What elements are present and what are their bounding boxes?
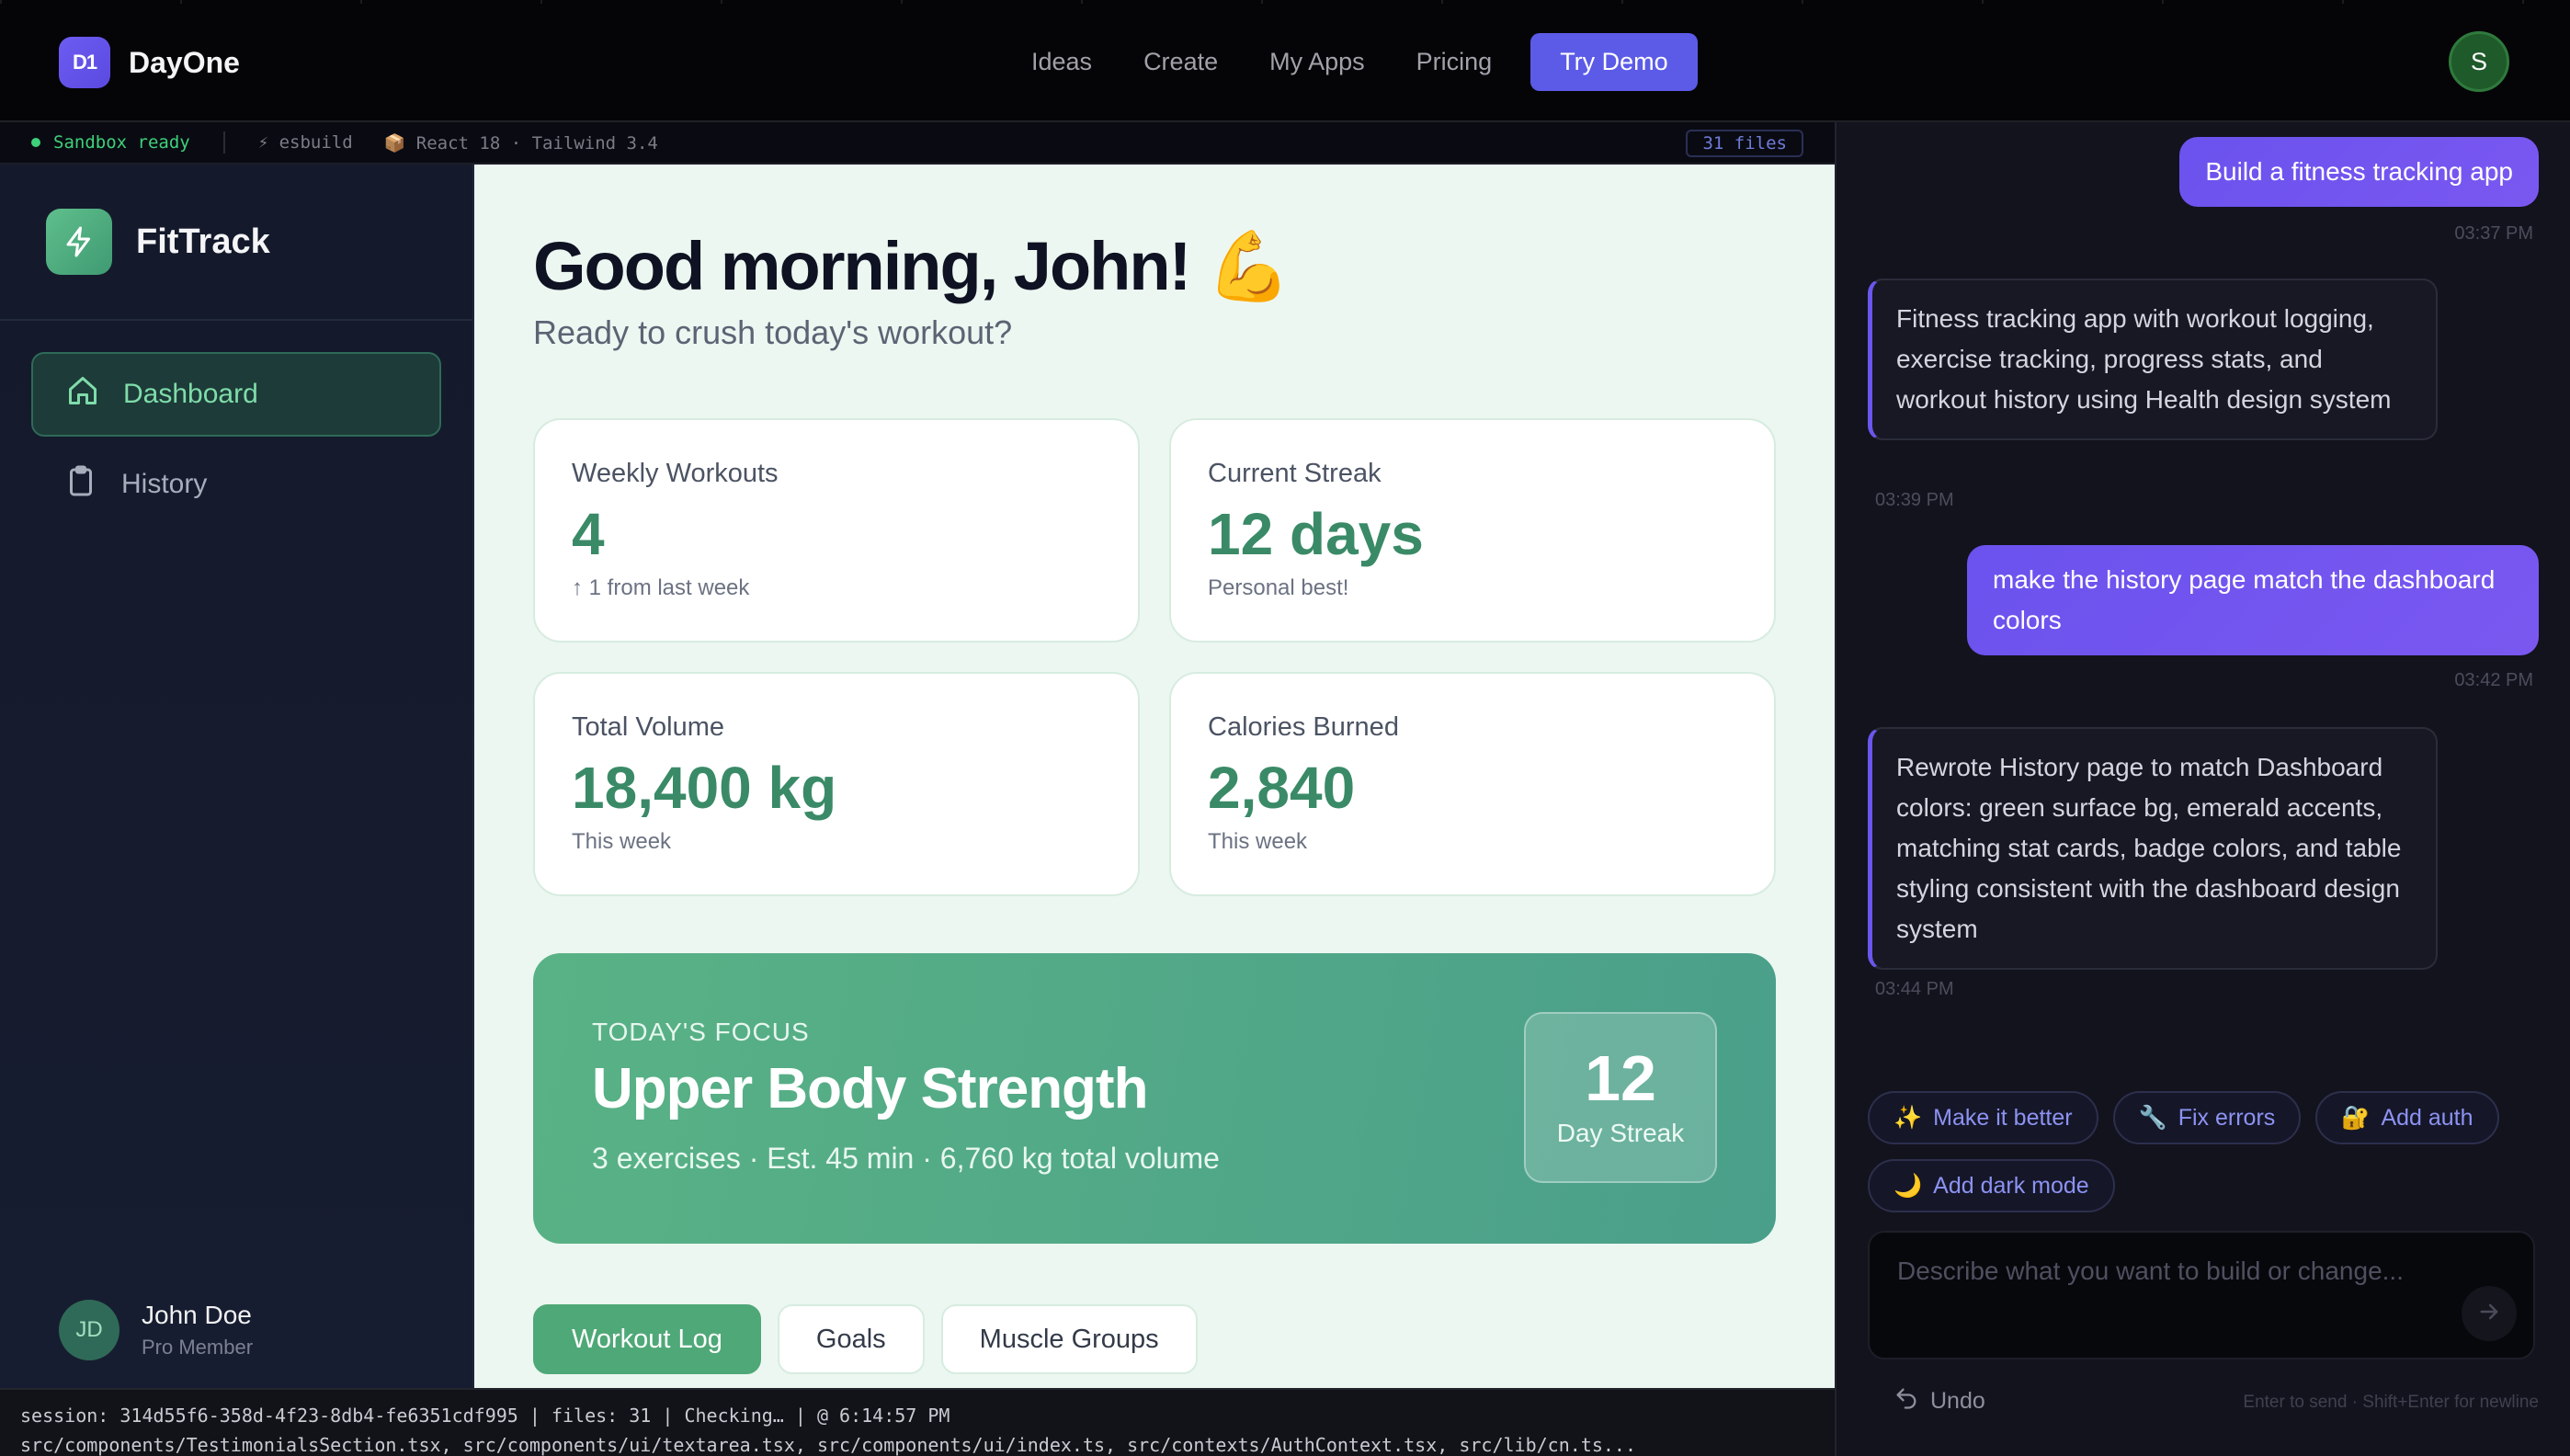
stat-card-calories-burned: Calories Burned 2,840 This week — [1169, 672, 1776, 896]
stat-value: 2,840 — [1208, 755, 1356, 821]
nav-links: Ideas Create My Apps Pricing Try Demo — [1006, 33, 1698, 91]
tab-goals[interactable]: Goals — [777, 1304, 925, 1374]
app-nav: Dashboard History — [0, 321, 472, 563]
clipboard-icon — [64, 464, 97, 505]
chat-panel: Build a fitness tracking app 03:37 PM Fi… — [1835, 122, 2570, 1456]
chip-fix-errors[interactable]: 🔧 Fix errors — [2112, 1091, 2302, 1144]
avatar: JD — [59, 1300, 119, 1360]
files-line: src/components/TestimonialsSection.tsx, … — [20, 1434, 1636, 1456]
brand-name: DayOne — [129, 45, 240, 79]
stat-label: Current Streak — [1208, 459, 1382, 488]
sidebar-item-label: History — [121, 469, 208, 499]
app-main: Good morning, John! 💪 Ready to crush tod… — [474, 165, 1835, 1388]
session-log-bar: session: 314d55f6-358d-4f23-8db4-fe6351c… — [0, 1388, 1835, 1456]
page-title: Good morning, John! 💪 — [533, 228, 1291, 304]
todays-focus-card[interactable]: TODAY'S FOCUS Upper Body Strength 3 exer… — [533, 953, 1776, 1244]
chat-input[interactable] — [1870, 1233, 2533, 1358]
user-avatar[interactable]: S — [2449, 31, 2509, 92]
message-timestamp: 03:37 PM — [2454, 223, 2533, 244]
bundler-label: ⚡ esbuild — [257, 132, 353, 153]
top-navbar: D1 DayOne Ideas Create My Apps Pricing T… — [0, 0, 2570, 122]
divider — [222, 131, 225, 154]
try-demo-button[interactable]: Try Demo — [1530, 33, 1698, 91]
wrench-icon: 🔧 — [2138, 1104, 2167, 1131]
files-count-badge[interactable]: 31 files — [1686, 130, 1803, 157]
stat-value: 4 — [572, 501, 605, 567]
undo-icon — [1893, 1385, 1919, 1417]
stat-value: 12 days — [1208, 501, 1424, 567]
stat-label: Total Volume — [572, 712, 725, 742]
top-divider-ticks — [0, 0, 2570, 4]
chip-label: Add dark mode — [1933, 1172, 2089, 1199]
session-line: session: 314d55f6-358d-4f23-8db4-fe6351c… — [20, 1405, 950, 1427]
stat-label: Weekly Workouts — [572, 459, 779, 488]
day-streak-badge: 12 Day Streak — [1524, 1012, 1717, 1183]
user-role: Pro Member — [142, 1336, 254, 1359]
stat-sub: Personal best! — [1208, 575, 1349, 600]
stat-card-weekly-workouts: Weekly Workouts 4 ↑ 1 from last week — [533, 418, 1140, 643]
moon-icon: 🌙 — [1893, 1172, 1923, 1199]
sandbox-ready-text: Sandbox ready — [53, 132, 190, 153]
tab-workout-log[interactable]: Workout Log — [533, 1304, 761, 1374]
sidebar-item-dashboard[interactable]: Dashboard — [31, 352, 441, 437]
dayone-logo-icon: D1 — [59, 37, 110, 88]
chip-label: Add auth — [2381, 1104, 2473, 1131]
nav-link-create[interactable]: Create — [1118, 35, 1244, 89]
tab-muscle-groups[interactable]: Muscle Groups — [940, 1304, 1198, 1374]
undo-label: Undo — [1930, 1388, 1985, 1414]
stat-card-total-volume: Total Volume 18,400 kg This week — [533, 672, 1140, 896]
chip-label: Fix errors — [2178, 1104, 2276, 1131]
sidebar-user[interactable]: JD John Doe Pro Member — [59, 1300, 253, 1360]
stat-card-current-streak: Current Streak 12 days Personal best! — [1169, 418, 1776, 643]
stat-sub: ↑ 1 from last week — [572, 575, 750, 600]
nav-link-my-apps[interactable]: My Apps — [1244, 35, 1391, 89]
user-message: Build a fitness tracking app — [2179, 137, 2539, 207]
stat-label: Calories Burned — [1208, 712, 1399, 742]
chip-add-auth[interactable]: 🔐 Add auth — [2315, 1091, 2499, 1144]
assistant-message: Rewrote History page to match Dashboard … — [1868, 727, 2438, 970]
brand[interactable]: D1 DayOne — [59, 37, 240, 88]
nav-link-ideas[interactable]: Ideas — [1006, 35, 1118, 89]
composer-hint: Enter to send · Shift+Enter for newline — [2243, 1393, 2539, 1412]
page-subtitle: Ready to crush today's workout? — [533, 313, 1013, 351]
message-timestamp: 03:39 PM — [1875, 490, 1954, 510]
chip-make-it-better[interactable]: ✨ Make it better — [1868, 1091, 2098, 1144]
sidebar-item-label: Dashboard — [123, 379, 258, 409]
app-sidebar: FitTrack Dashboard History JD John Doe P… — [0, 165, 474, 1388]
streak-label: Day Streak — [1556, 1119, 1685, 1147]
user-message: make the history page match the dashboar… — [1967, 545, 2539, 655]
chip-add-dark-mode[interactable]: 🌙 Add dark mode — [1868, 1159, 2115, 1212]
chip-label: Make it better — [1933, 1104, 2073, 1131]
message-timestamp: 03:44 PM — [1875, 979, 1954, 999]
suggestion-chips: ✨ Make it better 🔧 Fix errors 🔐 Add auth… — [1868, 1091, 2548, 1212]
assistant-message: Fitness tracking app with workout loggin… — [1868, 279, 2438, 440]
stat-sub: This week — [1208, 829, 1308, 854]
undo-button[interactable]: Undo — [1893, 1385, 1985, 1417]
app-title: FitTrack — [136, 222, 270, 261]
message-timestamp: 03:42 PM — [2454, 670, 2533, 690]
status-dot-icon — [31, 138, 40, 147]
nav-link-pricing[interactable]: Pricing — [1391, 35, 1518, 89]
lock-icon: 🔐 — [2341, 1104, 2371, 1131]
stat-value: 18,400 kg — [572, 755, 837, 821]
stat-sub: This week — [572, 829, 672, 854]
lightning-bolt-icon — [46, 209, 112, 275]
sidebar-item-history[interactable]: History — [31, 442, 441, 527]
sandbox-status-bar: Sandbox ready ⚡ esbuild 📦 React 18 · Tai… — [0, 122, 1835, 165]
chat-composer — [1868, 1231, 2535, 1359]
sparkles-icon: ✨ — [1893, 1104, 1923, 1131]
home-icon — [66, 374, 99, 415]
stack-label: 📦 React 18 · Tailwind 3.4 — [383, 132, 658, 154]
send-button[interactable] — [2462, 1286, 2517, 1341]
streak-number: 12 — [1585, 1042, 1656, 1114]
app-brand: FitTrack — [0, 165, 472, 321]
arrow-right-icon — [2476, 1299, 2502, 1329]
dashboard-tabs: Workout Log Goals Muscle Groups — [533, 1304, 1198, 1374]
user-name: John Doe — [142, 1301, 252, 1329]
